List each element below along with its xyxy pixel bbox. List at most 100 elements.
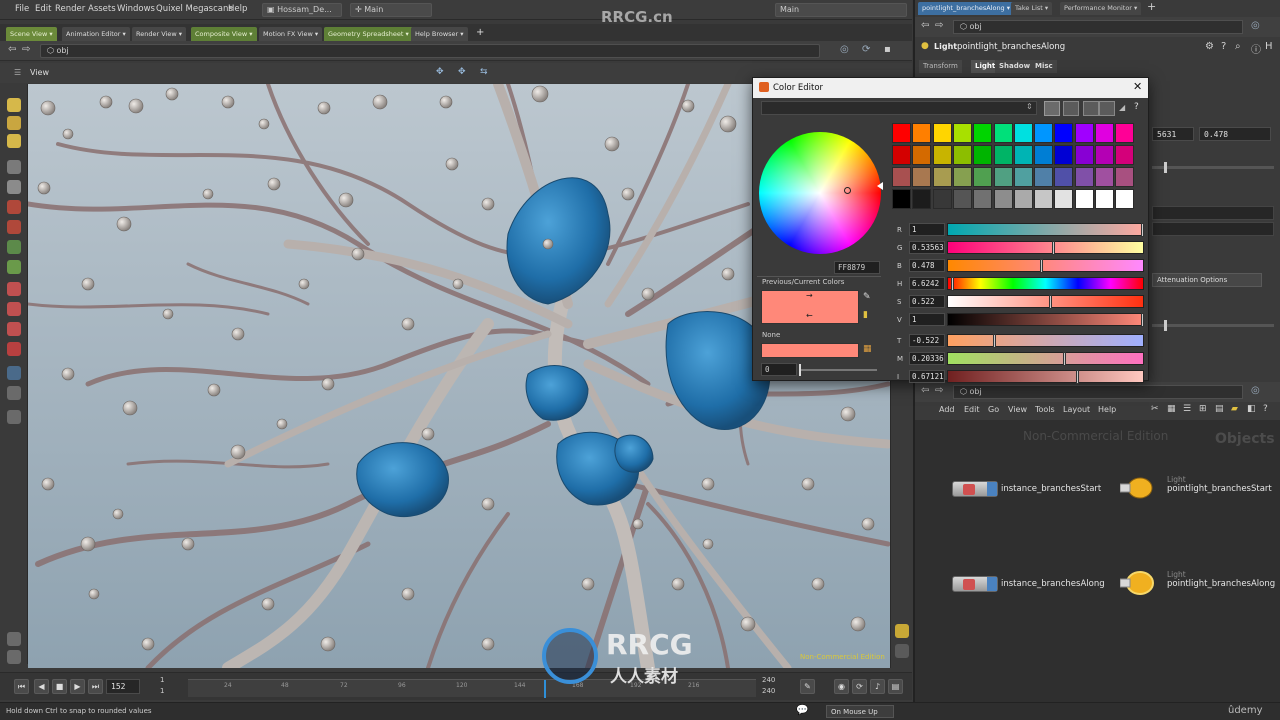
pose-icon[interactable]: [7, 220, 21, 234]
tab-scene-view[interactable]: Scene View ▾: [6, 27, 57, 41]
palette-swatch[interactable]: [912, 123, 932, 143]
net-menu-help[interactable]: Help: [1098, 405, 1116, 414]
palette-swatch[interactable]: [973, 123, 993, 143]
list-mode-icon[interactable]: [1099, 101, 1115, 116]
slider-value-m[interactable]: 0.20336: [909, 352, 945, 365]
light-color-b-field[interactable]: 0.478: [1199, 127, 1271, 141]
palette-swatch[interactable]: [1034, 123, 1054, 143]
slider-handle[interactable]: [993, 334, 996, 348]
color-editor-titlebar[interactable]: Color Editor ✕: [753, 78, 1148, 98]
slider-handle[interactable]: [799, 364, 801, 376]
slider-bar-g[interactable]: [947, 241, 1144, 255]
network-path-field[interactable]: ⬡ obj: [953, 385, 1243, 399]
loop-icon[interactable]: ⟳: [852, 679, 867, 694]
slider-handle[interactable]: [951, 277, 954, 291]
tab-animation-editor[interactable]: Animation Editor ▾: [62, 27, 130, 41]
palette-swatch[interactable]: [912, 145, 932, 165]
handle-icon[interactable]: [7, 200, 21, 214]
slider-value-b[interactable]: 0.478: [909, 259, 945, 272]
node-pointlight-branchesStart[interactable]: [1119, 474, 1160, 502]
palette-swatch[interactable]: [932, 123, 952, 143]
menu-help[interactable]: Help: [228, 4, 247, 14]
realtime-icon[interactable]: ◉: [834, 679, 849, 694]
play-button[interactable]: ▶: [70, 679, 85, 694]
eyedropper-mode-icon[interactable]: [1063, 101, 1079, 116]
palette-swatch[interactable]: [1034, 167, 1054, 187]
palette-swatch[interactable]: [1115, 123, 1135, 143]
slider-value-t[interactable]: -0.522: [909, 334, 945, 347]
slider-bar-s[interactable]: [947, 295, 1144, 309]
pin-icon[interactable]: ◎: [840, 44, 849, 55]
light-color-g-field[interactable]: 5631: [1152, 127, 1194, 141]
net-menu-edit[interactable]: Edit: [964, 405, 980, 414]
slider-handle[interactable]: [1040, 259, 1043, 273]
palette-swatch[interactable]: [1013, 167, 1033, 187]
net-menu-view[interactable]: View: [1008, 405, 1027, 414]
expand-icon[interactable]: ◢: [1119, 103, 1125, 112]
grid-snap-icon[interactable]: [7, 260, 21, 274]
slider-handle[interactable]: [1141, 223, 1144, 237]
tab-take-list[interactable]: Take List ▾: [1011, 2, 1053, 15]
lock-color-icon[interactable]: ▮: [863, 310, 868, 320]
slider-bar-i[interactable]: [947, 370, 1144, 384]
audio-icon[interactable]: ♪: [870, 679, 885, 694]
palette-swatch[interactable]: [1054, 167, 1074, 187]
transform-tool-icon[interactable]: [7, 322, 21, 336]
display-flag[interactable]: [987, 482, 997, 496]
palette-swatch[interactable]: [1095, 145, 1114, 165]
jump-end-button[interactable]: ⏭: [88, 679, 103, 694]
gear-icon[interactable]: ⚙: [1205, 41, 1214, 52]
pin-icon[interactable]: ◎: [1251, 20, 1260, 31]
menu-edit[interactable]: Edit: [35, 4, 51, 14]
layout-network-icon[interactable]: ▤: [1215, 404, 1224, 414]
add-tab-button[interactable]: +: [1147, 0, 1156, 13]
select-mode-icon[interactable]: [7, 116, 21, 130]
viewer-menu-icon[interactable]: ☰: [14, 68, 21, 77]
net-menu-go[interactable]: Go: [988, 405, 999, 414]
net-menu-tools[interactable]: Tools: [1035, 405, 1055, 414]
render-region-icon[interactable]: [7, 410, 21, 424]
tree-icon[interactable]: ⊞: [1199, 404, 1207, 414]
slider-value-v[interactable]: 1: [909, 313, 945, 326]
palette-swatch[interactable]: [1074, 123, 1094, 143]
chat-icon[interactable]: 💬: [796, 705, 808, 716]
param-field-b[interactable]: [1152, 222, 1274, 236]
hex-field[interactable]: FF8879: [834, 261, 880, 274]
palette-swatch[interactable]: [1074, 189, 1094, 209]
back-arrow-icon[interactable]: ⇦: [8, 44, 16, 55]
back-arrow-icon[interactable]: ⇦: [921, 385, 929, 396]
palette-swatch[interactable]: [952, 123, 972, 143]
lock-icon[interactable]: [7, 180, 21, 194]
slider-value-h[interactable]: 6.6242: [909, 277, 945, 290]
slider-value-i[interactable]: 0.67121: [909, 370, 945, 383]
palette-swatch[interactable]: [932, 167, 952, 187]
link-icon[interactable]: ⟳: [862, 44, 870, 55]
node-instance-branchesStart[interactable]: [952, 481, 998, 497]
close-icon[interactable]: ✕: [1133, 80, 1142, 93]
snap-icon[interactable]: [7, 240, 21, 254]
attenuation-slider[interactable]: [1152, 320, 1274, 331]
wrench-icon[interactable]: ✂: [1151, 404, 1159, 414]
network-selector[interactable]: ✛ Main: [350, 3, 432, 17]
jump-start-button[interactable]: ⏮: [14, 679, 29, 694]
rotate-tool-icon[interactable]: [7, 282, 21, 296]
palette-swatch[interactable]: [1095, 189, 1114, 209]
eyedropper-icon[interactable]: ✎: [863, 292, 871, 302]
palette-swatch[interactable]: [993, 189, 1013, 209]
display-flag[interactable]: [987, 577, 997, 591]
intensity-slider[interactable]: [1152, 162, 1274, 173]
view-tool-icon[interactable]: [7, 386, 21, 400]
palette-swatch[interactable]: [892, 167, 911, 187]
palette-swatch[interactable]: [1115, 145, 1135, 165]
camera-icon[interactable]: [7, 366, 21, 380]
search-icon[interactable]: ⌕: [1235, 41, 1241, 52]
pin-view-icon[interactable]: [7, 632, 21, 646]
hue-saturation-disc[interactable]: [759, 132, 881, 254]
tab-performance-monitor[interactable]: Performance Monitor ▾: [1060, 2, 1142, 15]
stop-button[interactable]: ■: [52, 679, 67, 694]
desktop-selector[interactable]: ▣ Hossam_De...: [262, 3, 342, 17]
forward-arrow-icon[interactable]: ⇨: [935, 20, 943, 31]
prev-current-swatch[interactable]: → ←: [761, 290, 859, 324]
menu-assets[interactable]: Assets: [88, 4, 116, 14]
key-icon[interactable]: ✎: [800, 679, 815, 694]
